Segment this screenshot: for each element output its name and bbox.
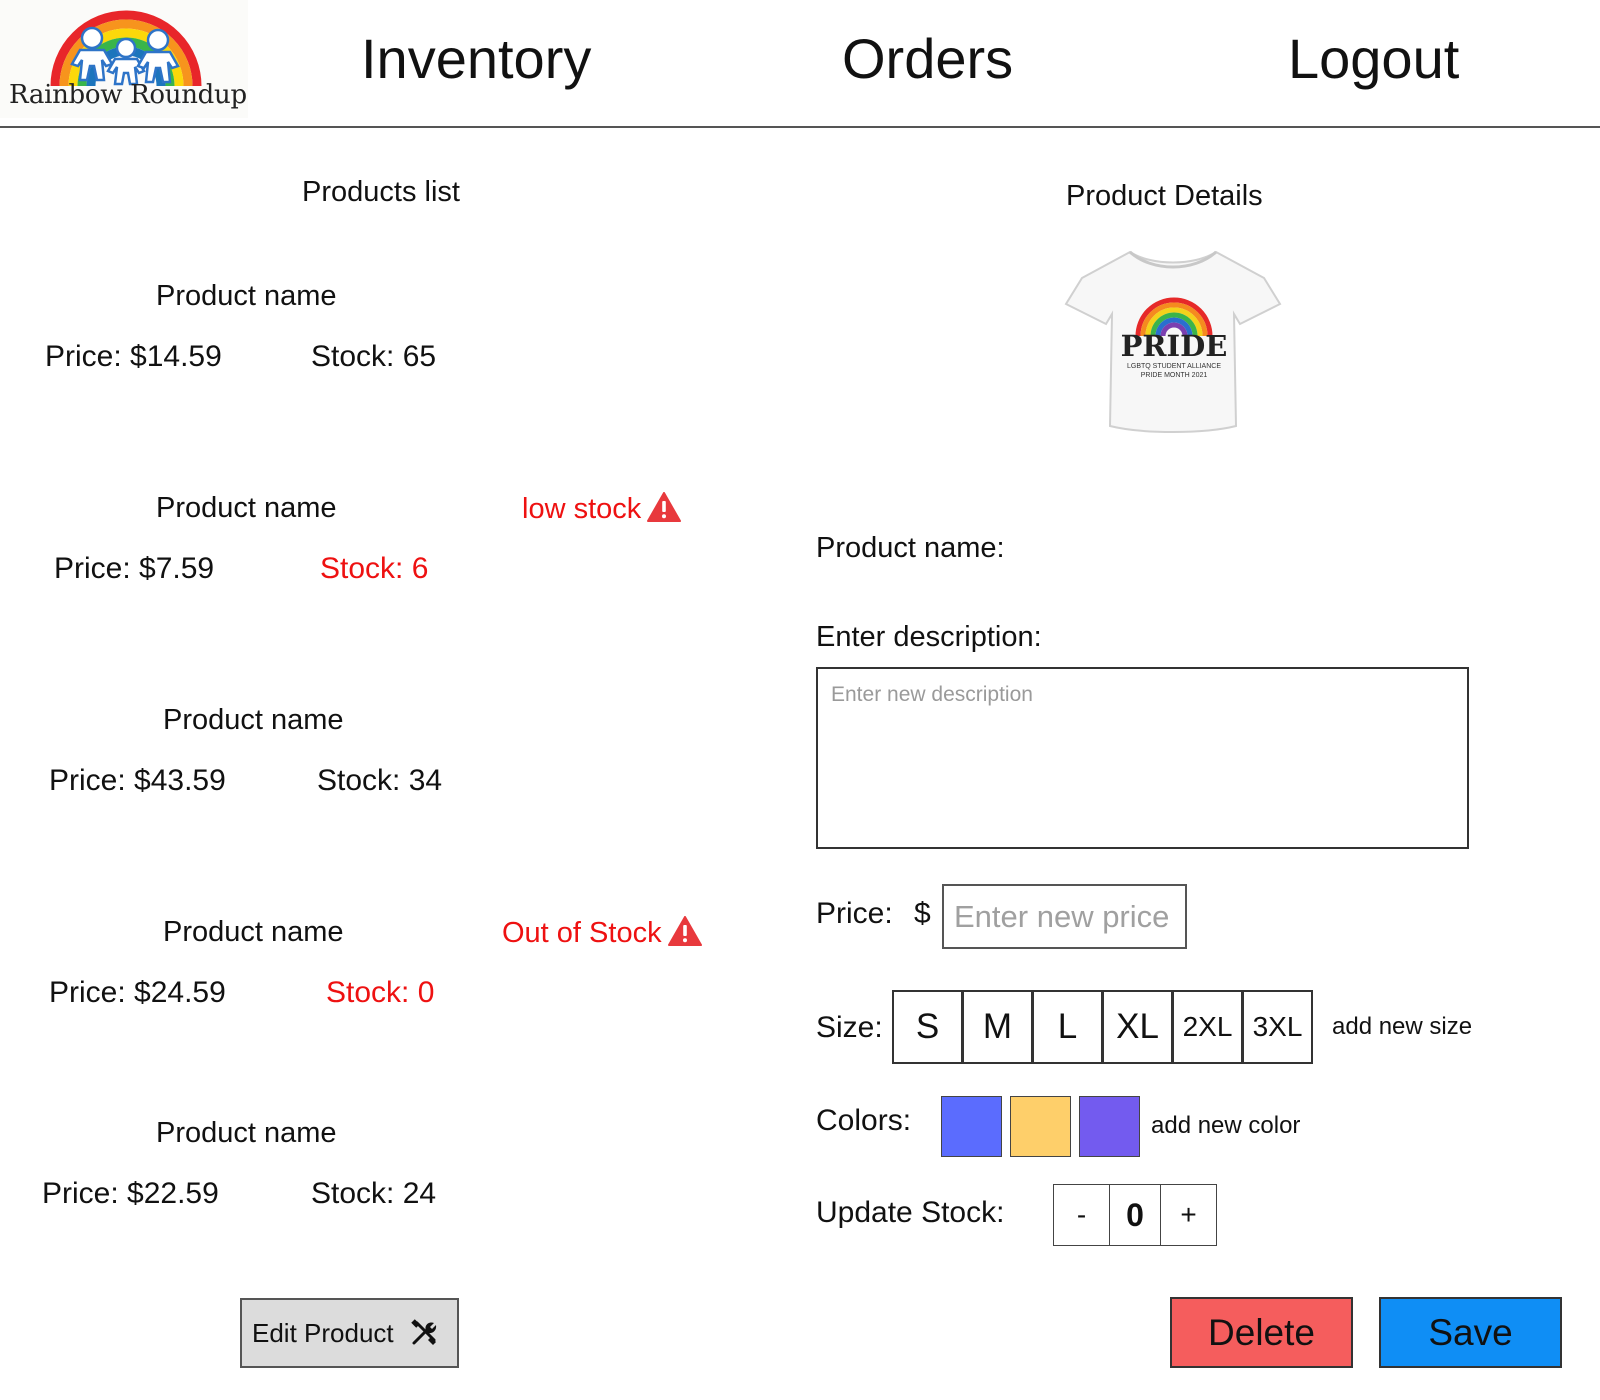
product-stock: Stock: 6 [320,552,429,585]
product-name-label: Product name: [816,532,1005,564]
rainbow-roundup-logo[interactable]: Rainbow Roundup [0,0,248,118]
stock-stepper: - 0 + [1053,1184,1217,1246]
shirt-print-subtitle-2: PRIDE MONTH 2021 [1141,372,1208,379]
product-name: Product name [156,492,337,524]
update-stock-label: Update Stock: [816,1196,1005,1229]
nav-inventory[interactable]: Inventory [361,28,591,90]
color-swatch-yellow[interactable] [1010,1096,1071,1157]
size-option-l[interactable]: L [1032,990,1103,1064]
warning-triangle-icon [647,492,682,522]
product-name: Product name [156,1117,337,1149]
product-stock: Stock: 24 [311,1177,437,1210]
shirt-print-title: PRIDE [1121,329,1228,363]
size-option-s[interactable]: S [892,990,963,1064]
product-price: Price: $24.59 [49,976,226,1009]
price-input[interactable] [942,884,1187,949]
product-price: Price: $14.59 [45,340,222,373]
colors-label: Colors: [816,1104,912,1137]
size-option-m[interactable]: M [962,990,1033,1064]
low-stock-alert: low stock [522,492,682,526]
currency-symbol: $ [914,897,931,930]
product-name: Product name [163,916,344,948]
edit-product-button[interactable]: Edit Product [240,1298,459,1368]
stock-decrement-button[interactable]: - [1053,1184,1110,1246]
product-name: Product name [163,704,344,736]
products-list-title: Products list [302,176,460,208]
nav-logout[interactable]: Logout [1288,28,1459,90]
product-price: Price: $43.59 [49,764,226,797]
color-swatch-blue[interactable] [941,1096,1002,1157]
product-image: PRIDE LGBTQ STUDENT ALLIANCE PRIDE MONTH… [1064,250,1282,433]
shirt-print-subtitle-1: LGBTQ STUDENT ALLIANCE [1127,363,1221,370]
alert-label: Out of Stock [502,917,662,949]
warning-triangle-icon [667,916,702,946]
color-swatch-purple[interactable] [1079,1096,1140,1157]
stock-value[interactable]: 0 [1109,1184,1161,1246]
product-name: Product name [156,280,337,312]
size-option-2xl[interactable]: 2XL [1172,990,1243,1064]
alert-label: low stock [522,493,642,525]
save-button[interactable]: Save [1379,1297,1562,1368]
product-stock: Stock: 34 [317,764,443,797]
out-of-stock-alert: Out of Stock [502,916,702,950]
product-stock: Stock: 65 [311,340,437,373]
rainbow-logo-icon [50,10,202,87]
size-option-3xl[interactable]: 3XL [1242,990,1313,1064]
size-label: Size: [816,1011,883,1044]
add-new-color-link[interactable]: add new color [1151,1112,1300,1140]
nav-orders[interactable]: Orders [842,28,1013,90]
edit-product-label: Edit Product [252,1317,394,1348]
logo-text: Rainbow Roundup [9,80,247,110]
description-field[interactable] [816,667,1469,849]
delete-button[interactable]: Delete [1170,1297,1353,1368]
stock-increment-button[interactable]: + [1160,1184,1217,1246]
description-label: Enter description: [816,621,1042,653]
tools-icon [410,1319,438,1347]
add-new-size-link[interactable]: add new size [1332,1013,1472,1041]
product-price: Price: $22.59 [42,1177,219,1210]
size-option-xl[interactable]: XL [1102,990,1173,1064]
product-stock: Stock: 0 [326,976,435,1009]
price-label: Price: [816,897,893,930]
product-details-title: Product Details [1066,180,1263,212]
top-nav-bar: Rainbow Roundup Inventory Orders Logout [0,0,1600,128]
size-selector: S M L XL 2XL 3XL [892,990,1313,1064]
product-price: Price: $7.59 [54,552,215,585]
